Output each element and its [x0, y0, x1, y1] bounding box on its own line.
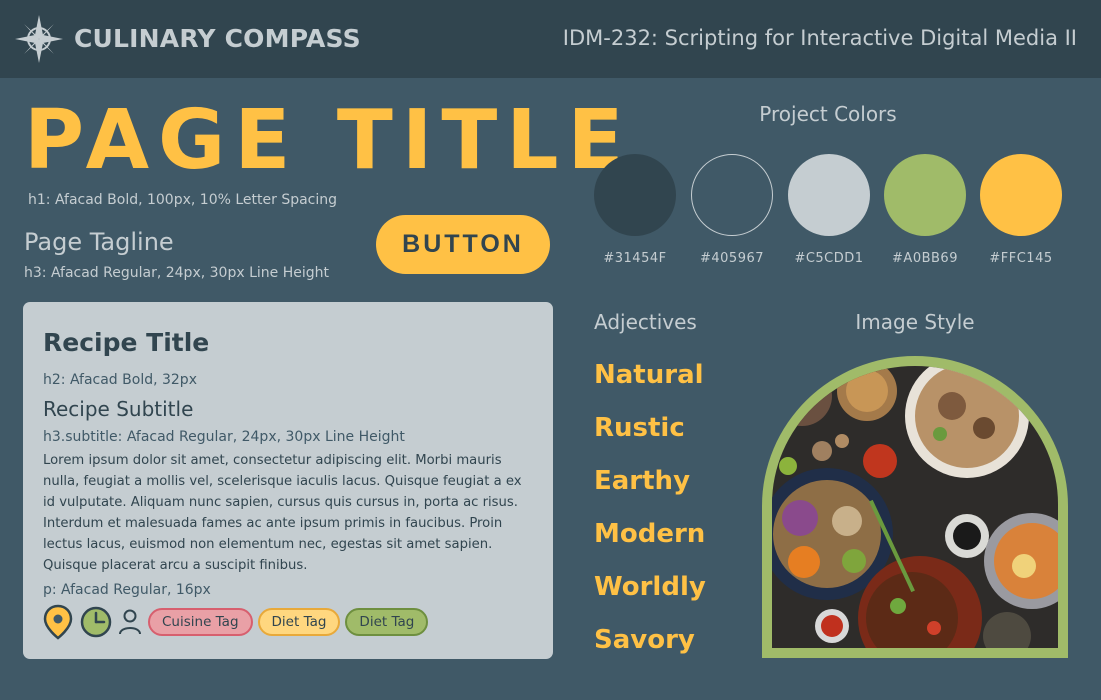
color-swatch: #A0BB69: [884, 154, 966, 266]
color-swatch: #C5CDD1: [788, 154, 870, 266]
location-pin-icon[interactable]: [41, 604, 75, 640]
swatch-hex: #C5CDD1: [794, 251, 864, 266]
adjective-item: Savory: [594, 625, 695, 655]
adjective-item: Modern: [594, 519, 706, 549]
page-tagline: Page Tagline: [24, 228, 174, 256]
adjective-item: Earthy: [594, 466, 691, 496]
course-title: IDM-232: Scripting for Interactive Digit…: [562, 26, 1077, 50]
diet-tag[interactable]: Diet Tag: [257, 608, 341, 636]
recipe-card: Recipe Title h2: Afacad Bold, 32px Recip…: [23, 302, 553, 659]
project-colors-title: Project Colors: [759, 102, 897, 126]
recipe-subtitle-spec: h3.subtitle: Afacad Regular, 24px, 30px …: [43, 429, 405, 445]
recipe-subtitle: Recipe Subtitle: [43, 397, 194, 421]
swatch-hex: #405967: [699, 251, 765, 266]
food-spread-photo: [762, 356, 1068, 658]
swatch-hex: #A0BB69: [892, 251, 958, 266]
recipe-body: Lorem ipsum dolor sit amet, consectetur …: [43, 453, 522, 573]
recipe-meta-row: Cuisine Tag Diet Tag Diet Tag: [41, 604, 429, 640]
cuisine-tag[interactable]: Cuisine Tag: [148, 608, 253, 636]
page-title: PAGE TITLE: [24, 93, 633, 188]
compass-star-icon: [15, 15, 63, 63]
brand-name[interactable]: CULINARY COMPASS: [74, 24, 361, 53]
swatch-circle: [788, 154, 870, 236]
sample-button[interactable]: BUTTON: [376, 215, 550, 274]
clock-icon[interactable]: [79, 605, 113, 639]
recipe-title: Recipe Title: [43, 328, 210, 357]
color-swatch: #31454F: [594, 154, 676, 266]
color-swatch: #FFC145: [980, 154, 1062, 266]
adjective-item: Rustic: [594, 413, 685, 443]
top-bar: CULINARY COMPASS IDM-232: Scripting for …: [0, 0, 1101, 78]
person-icon[interactable]: [117, 607, 143, 637]
diet-tag[interactable]: Diet Tag: [345, 608, 429, 636]
swatch-circle: [884, 154, 966, 236]
swatch-hex: #31454F: [603, 251, 667, 266]
swatch-circle: [594, 154, 676, 236]
swatch-circle: [691, 154, 773, 236]
adjective-item: Natural: [594, 360, 704, 390]
page-title-spec: h1: Afacad Bold, 100px, 10% Letter Spaci…: [28, 192, 338, 208]
tagline-spec: h3: Afacad Regular, 24px, 30px Line Heig…: [24, 265, 329, 281]
swatch-hex: #FFC145: [989, 251, 1053, 266]
adjectives-title: Adjectives: [594, 310, 697, 334]
recipe-title-spec: h2: Afacad Bold, 32px: [43, 372, 197, 388]
color-swatch: #405967: [691, 154, 773, 266]
image-style-title: Image Style: [855, 310, 975, 334]
swatch-circle: [980, 154, 1062, 236]
adjectives-list: Natural Rustic Earthy Modern Worldly Sav…: [594, 358, 706, 676]
color-swatches: #31454F #405967 #C5CDD1 #A0BB69 #FFC145: [594, 154, 1064, 274]
adjective-item: Worldly: [594, 572, 706, 602]
recipe-body-spec: p: Afacad Regular, 16px: [43, 582, 211, 598]
